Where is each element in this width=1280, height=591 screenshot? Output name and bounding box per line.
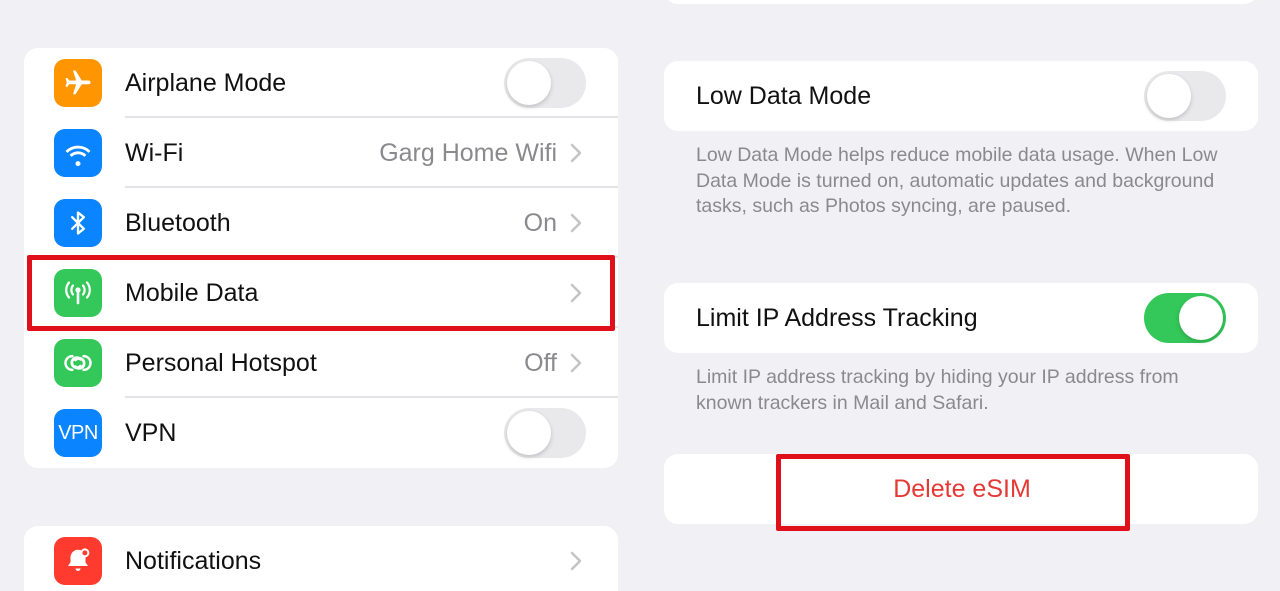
hotspot-status-value: Off [524, 349, 557, 377]
chevron-right-icon [570, 283, 582, 303]
toggle-knob [507, 411, 551, 455]
wifi-icon [54, 129, 102, 177]
limit-ip-tracking-footnote: Limit IP address tracking by hiding your… [696, 366, 1179, 414]
wifi-network-value: Garg Home Wifi [379, 139, 557, 167]
mobile-data-row[interactable]: Mobile Data [24, 258, 618, 328]
low-data-mode-label: Low Data Mode [696, 82, 872, 110]
vpn-icon-text: VPN [58, 421, 98, 444]
chevron-right-icon [570, 551, 582, 571]
toggle-knob [1179, 296, 1223, 340]
mobile-data-label: Mobile Data [125, 279, 259, 307]
notifications-row[interactable]: Notifications [24, 526, 618, 591]
airplane-icon [54, 59, 102, 107]
vpn-toggle[interactable] [504, 408, 586, 458]
wifi-row[interactable]: Wi-Fi Garg Home Wifi [24, 118, 618, 188]
low-data-mode-toggle[interactable] [1144, 71, 1226, 121]
toggle-knob [1147, 74, 1191, 118]
previous-card-edge [664, 0, 1258, 4]
low-data-mode-footnote: Low Data Mode helps reduce mobile data u… [696, 144, 1218, 217]
low-data-mode-card[interactable]: Low Data Mode [664, 61, 1258, 131]
toggle-knob [507, 61, 551, 105]
vpn-icon: VPN [54, 409, 102, 457]
bluetooth-row[interactable]: Bluetooth On [24, 188, 618, 258]
chevron-right-icon [570, 213, 582, 233]
limit-ip-tracking-label: Limit IP Address Tracking [696, 304, 978, 332]
notifications-settings-group: Notifications [24, 526, 618, 591]
bluetooth-icon [54, 199, 102, 247]
chevron-right-icon [570, 143, 582, 163]
chevron-right-icon [570, 353, 582, 373]
vpn-label: VPN [125, 419, 177, 447]
settings-screen: Airplane Mode Wi-Fi Garg Home Wifi Bluet… [0, 0, 1280, 591]
airplane-mode-row[interactable]: Airplane Mode [24, 48, 618, 118]
limit-ip-tracking-toggle[interactable] [1144, 293, 1226, 343]
wifi-label: Wi-Fi [125, 139, 184, 167]
bluetooth-status-value: On [523, 209, 557, 237]
limit-ip-tracking-card[interactable]: Limit IP Address Tracking [664, 283, 1258, 353]
personal-hotspot-label: Personal Hotspot [125, 349, 317, 377]
personal-hotspot-row[interactable]: Personal Hotspot Off [24, 328, 618, 398]
delete-esim-label: Delete eSIM [893, 475, 1031, 503]
bell-icon [54, 537, 102, 585]
vpn-row[interactable]: VPN VPN [24, 398, 618, 468]
bluetooth-label: Bluetooth [125, 209, 231, 237]
airplane-mode-label: Airplane Mode [125, 69, 287, 97]
airplane-mode-toggle[interactable] [504, 58, 586, 108]
notifications-label: Notifications [125, 547, 262, 575]
delete-esim-button[interactable]: Delete eSIM [664, 454, 1258, 524]
connectivity-settings-group: Airplane Mode Wi-Fi Garg Home Wifi Bluet… [24, 48, 618, 468]
antenna-icon [54, 269, 102, 317]
hotspot-icon [54, 339, 102, 387]
